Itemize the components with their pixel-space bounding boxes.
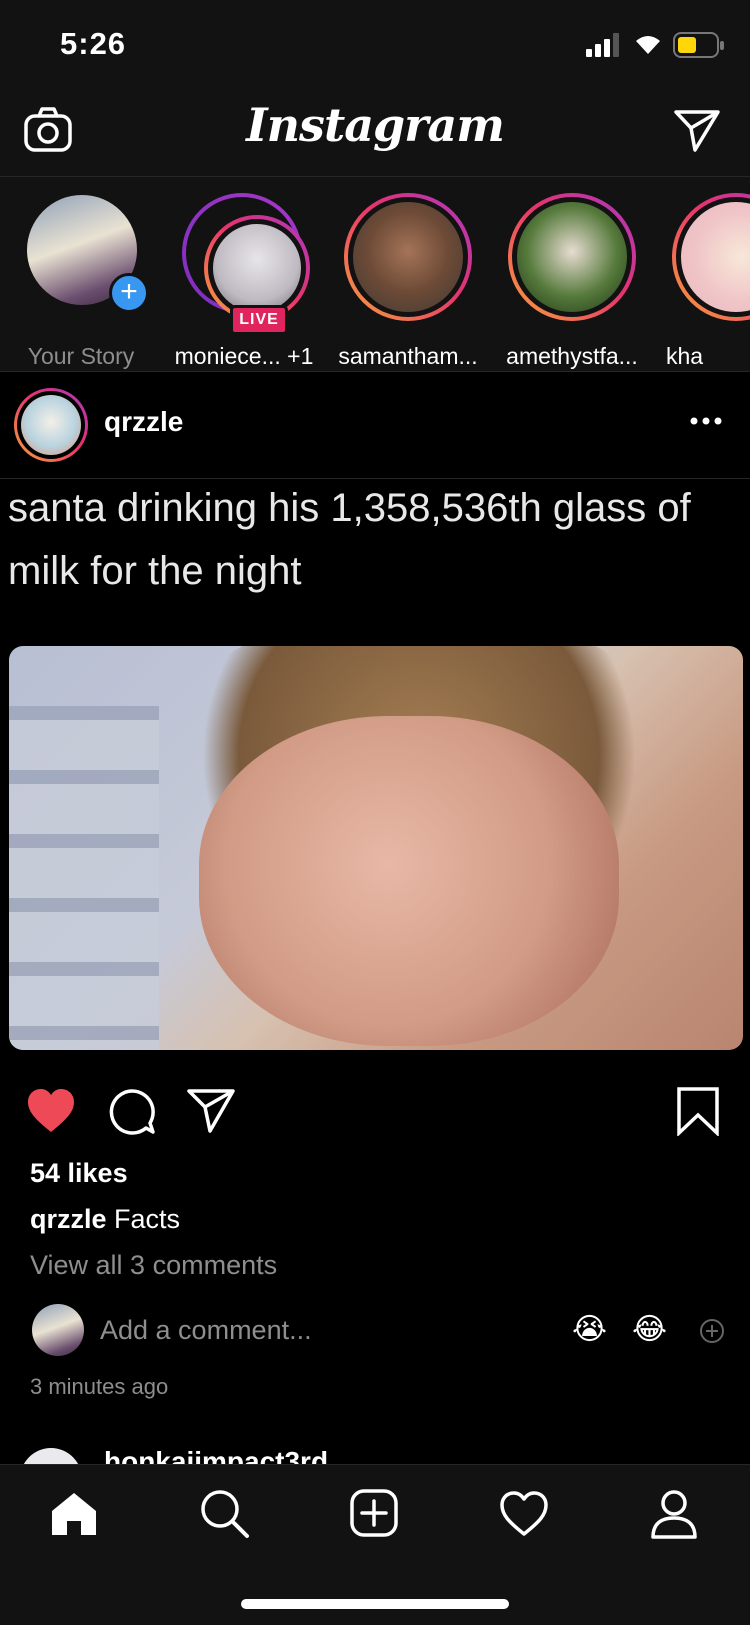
post-timestamp: 3 minutes ago	[30, 1374, 169, 1399]
more-options-icon[interactable]	[690, 416, 722, 426]
meme-text: santa drinking his 1,358,536th glass of …	[8, 486, 691, 593]
post-footer: 54 likes qrzzle Facts View all 3 comment…	[0, 1060, 750, 1440]
story-kha[interactable]: kha	[656, 193, 750, 369]
emoji-laughing-button[interactable]: 😂	[632, 1312, 667, 1347]
avatar	[21, 395, 81, 455]
story-your-story[interactable]: + Your Story	[1, 193, 161, 369]
direct-message-icon[interactable]	[673, 108, 721, 152]
profile-icon[interactable]	[650, 1489, 698, 1539]
home-icon[interactable]	[50, 1491, 98, 1537]
story-moniece[interactable]: LIVE moniece... +1	[164, 193, 324, 369]
stories-tray: + Your Story LIVE moniece... +1 samantha…	[0, 177, 750, 372]
caption-username[interactable]: qrzzle	[30, 1204, 107, 1234]
comment-avatar	[32, 1304, 84, 1356]
battery-icon	[673, 32, 724, 58]
avatar	[353, 202, 463, 312]
live-badge: LIVE	[230, 305, 288, 335]
view-comments-link[interactable]: View all 3 comments	[30, 1250, 277, 1281]
add-emoji-icon[interactable]	[699, 1318, 725, 1344]
signal-icon	[586, 33, 619, 57]
next-post-username[interactable]: honkaiimpact3rd	[104, 1446, 328, 1464]
wifi-icon	[636, 36, 660, 54]
status-time: 5:26	[60, 26, 127, 61]
story-label: kha	[666, 343, 704, 369]
story-label: samantham...	[338, 343, 478, 369]
search-icon[interactable]	[200, 1489, 250, 1539]
avatar	[517, 202, 627, 312]
avatar	[213, 224, 301, 312]
post-avatar-ring[interactable]	[14, 388, 88, 462]
post-header: qrzzle	[0, 372, 750, 479]
emoji-crying-button[interactable]: 😭	[572, 1312, 607, 1347]
instagram-logo: Instagram	[246, 98, 505, 152]
story-label: moniece... +1	[174, 343, 314, 369]
post-media[interactable]: santa drinking his 1,358,536th glass of …	[0, 479, 750, 1059]
caption-text: Facts	[114, 1204, 181, 1234]
comment-icon[interactable]	[108, 1088, 156, 1136]
story-amethystfa[interactable]: amethystfa...	[492, 193, 652, 369]
post-photo	[9, 646, 743, 1050]
story-samantham[interactable]: samantham...	[328, 193, 488, 369]
story-label: Your Story	[27, 343, 135, 369]
next-post-header: honkaiimpact3rd	[0, 1440, 750, 1464]
add-comment-input[interactable]: Add a comment...	[100, 1315, 312, 1346]
like-heart-icon[interactable]	[26, 1088, 76, 1134]
new-post-icon[interactable]	[350, 1489, 398, 1537]
status-bar: 5:26	[0, 0, 750, 90]
avatar	[20, 1448, 82, 1464]
story-label: amethystfa...	[506, 343, 638, 369]
activity-icon[interactable]	[499, 1491, 549, 1537]
post-username[interactable]: qrzzle	[104, 406, 183, 438]
share-icon[interactable]	[186, 1088, 236, 1134]
likes-count[interactable]: 54 likes	[30, 1158, 128, 1189]
add-story-icon[interactable]: +	[109, 273, 149, 313]
save-bookmark-icon[interactable]	[676, 1086, 720, 1136]
top-header: Instagram	[0, 90, 750, 177]
home-indicator	[241, 1599, 509, 1609]
post-caption: qrzzle Facts	[30, 1204, 180, 1235]
